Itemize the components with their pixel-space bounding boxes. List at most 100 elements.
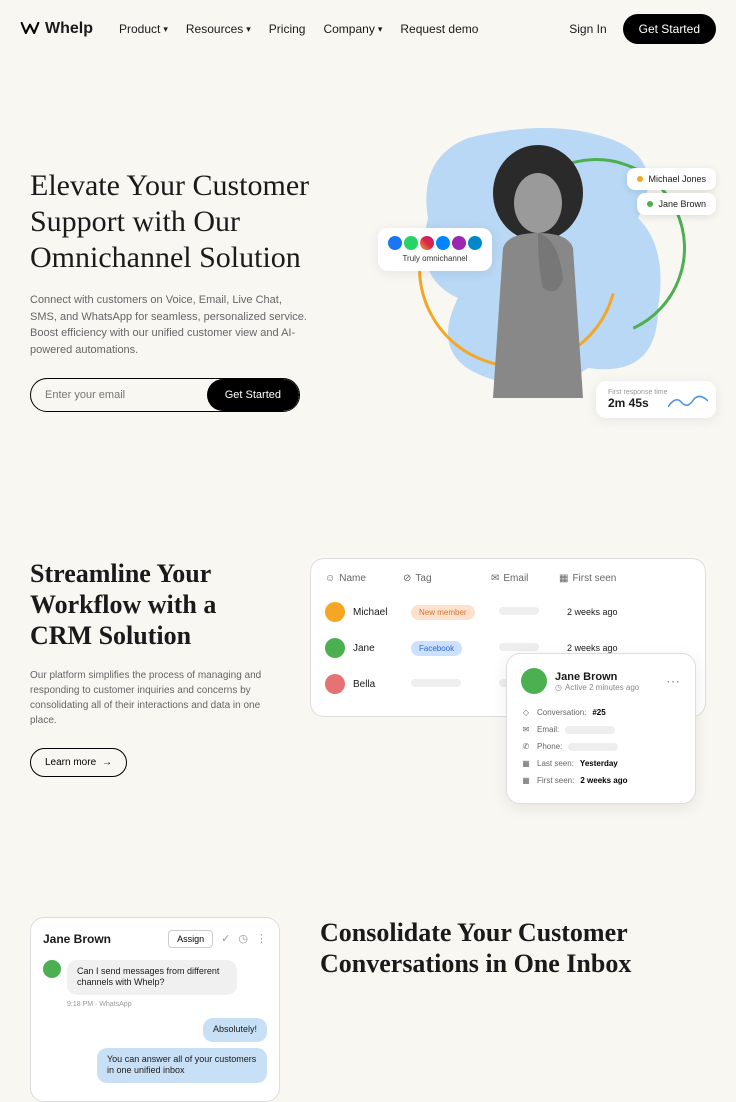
tag-icon: ⊘ [403,573,411,584]
clock-icon: ◷ [555,683,562,692]
message-out: Absolutely! [43,1018,267,1042]
calendar-icon: ▦ [521,759,531,768]
logo[interactable]: Whelp [20,19,93,40]
inbox-content: Consolidate Your Customer Conversations … [320,917,706,1102]
arrow-right-icon: → [102,757,112,768]
messenger-icon [436,236,450,250]
nav-pricing[interactable]: Pricing [269,22,306,36]
row-name: Jane [353,643,403,654]
phone-icon: ✆ [521,742,531,751]
brand-name: Whelp [45,20,93,38]
dot-icon [637,176,643,182]
telegram-icon [468,236,482,250]
whatsapp-icon [404,236,418,250]
nav-product[interactable]: Product▾ [119,22,168,36]
signin-link[interactable]: Sign In [569,22,606,36]
badge-person2: Jane Brown [637,193,716,215]
header-right: Sign In Get Started [569,14,716,44]
person-icon: ☺ [325,573,335,584]
table-row[interactable]: Michael New member 2 weeks ago [325,594,691,630]
message-meta: 9:18 PM · WhatsApp [67,1001,267,1008]
header: Whelp Product▾ Resources▾ Pricing Compan… [0,0,736,58]
response-card: First response time 2m 45s [596,381,716,418]
message-in: Can I send messages from different chann… [43,960,267,995]
profile-conversation: ◇Conversation: #25 [521,704,681,721]
sparkline-icon [668,389,708,413]
chevron-down-icon: ▾ [163,24,168,35]
logo-icon [20,19,40,40]
hero: Elevate Your Customer Support with Our O… [0,58,736,428]
badge-person1: Michael Jones [627,168,716,190]
channel-icons [388,236,482,250]
message-out: You can answer all of your customers in … [43,1048,267,1083]
avatar [43,960,61,978]
row-seen: 2 weeks ago [567,643,637,653]
profile-name: Jane Brown [555,671,639,683]
hero-content: Elevate Your Customer Support with Our O… [30,108,358,428]
check-icon[interactable]: ✓ [221,932,230,945]
dot-icon [647,201,653,207]
get-started-button[interactable]: Get Started [623,14,716,44]
row-name: Bella [353,679,403,690]
message-bubble: Absolutely! [203,1018,267,1042]
message-bubble: Can I send messages from different chann… [67,960,237,995]
email-input[interactable] [31,379,207,411]
chat-actions: Assign ✓ ◷ ⋮ [168,930,267,948]
more-icon[interactable]: ⋮ [256,932,267,945]
profile-header: Jane Brown ◷Active 2 minutes ago ⋯ [521,668,681,694]
avatar [325,674,345,694]
nav-resources[interactable]: Resources▾ [186,22,251,36]
email-form: Get Started [30,378,300,412]
hero-illustration: Michael Jones Jane Brown Truly omnichann… [378,108,706,428]
chevron-down-icon: ▾ [378,24,383,35]
mail-icon: ✉ [491,573,499,584]
row-tag: Facebook [411,643,491,654]
row-seen: 2 weeks ago [567,607,637,617]
avatar [325,638,345,658]
chat-icon: ◇ [521,708,531,717]
chat-card: Jane Brown Assign ✓ ◷ ⋮ Can I send messa… [30,917,280,1102]
profile-status: ◷Active 2 minutes ago [555,683,639,692]
assign-button[interactable]: Assign [168,930,213,948]
crm-section: Streamline Your Workflow with a CRM Solu… [0,428,736,777]
row-name: Michael [353,607,403,618]
inbox-title: Consolidate Your Customer Conversations … [320,917,706,979]
mail-icon: ✉ [521,725,531,734]
more-button[interactable]: ⋯ [666,673,681,690]
nav-company[interactable]: Company▾ [323,22,382,36]
email-submit-button[interactable]: Get Started [207,379,299,411]
crm-title: Streamline Your Workflow with a CRM Solu… [30,558,280,652]
chat-name: Jane Brown [43,932,111,946]
crm-table-header: ☺Name ⊘Tag ✉Email ▦First seen [325,573,691,594]
learn-more-button[interactable]: Learn more → [30,748,127,777]
nav-demo[interactable]: Request demo [400,22,478,36]
avatar [521,668,547,694]
avatar [325,602,345,622]
instagram-icon [420,236,434,250]
omni-badge: Truly omnichannel [378,228,492,271]
calendar-icon: ▦ [559,573,568,584]
profile-email: ✉Email: [521,721,681,738]
row-email [499,607,559,618]
inbox-illustration: Jane Brown Assign ✓ ◷ ⋮ Can I send messa… [30,917,280,1102]
nav: Product▾ Resources▾ Pricing Company▾ Req… [119,22,478,36]
calendar-icon: ▦ [521,776,531,785]
crm-subtitle: Our platform simplifies the process of m… [30,668,280,728]
row-email [499,643,559,654]
hero-title: Elevate Your Customer Support with Our O… [30,168,358,276]
chevron-down-icon: ▾ [246,24,251,35]
chat-header: Jane Brown Assign ✓ ◷ ⋮ [43,930,267,948]
row-tag [411,679,491,690]
row-tag: New member [411,607,491,618]
message-bubble: You can answer all of your customers in … [97,1048,267,1083]
crm-illustration: ☺Name ⊘Tag ✉Email ▦First seen Michael Ne… [310,558,706,777]
profile-firstseen: ▦First seen: 2 weeks ago [521,772,681,789]
hero-subtitle: Connect with customers on Voice, Email, … [30,292,310,358]
inbox-section: Jane Brown Assign ✓ ◷ ⋮ Can I send messa… [0,777,736,1102]
crm-content: Streamline Your Workflow with a CRM Solu… [30,558,280,777]
clock-icon[interactable]: ◷ [238,932,248,945]
omni-label: Truly omnichannel [388,254,482,263]
profile-card: Jane Brown ◷Active 2 minutes ago ⋯ ◇Conv… [506,653,696,804]
viber-icon [452,236,466,250]
profile-phone: ✆Phone: [521,738,681,755]
